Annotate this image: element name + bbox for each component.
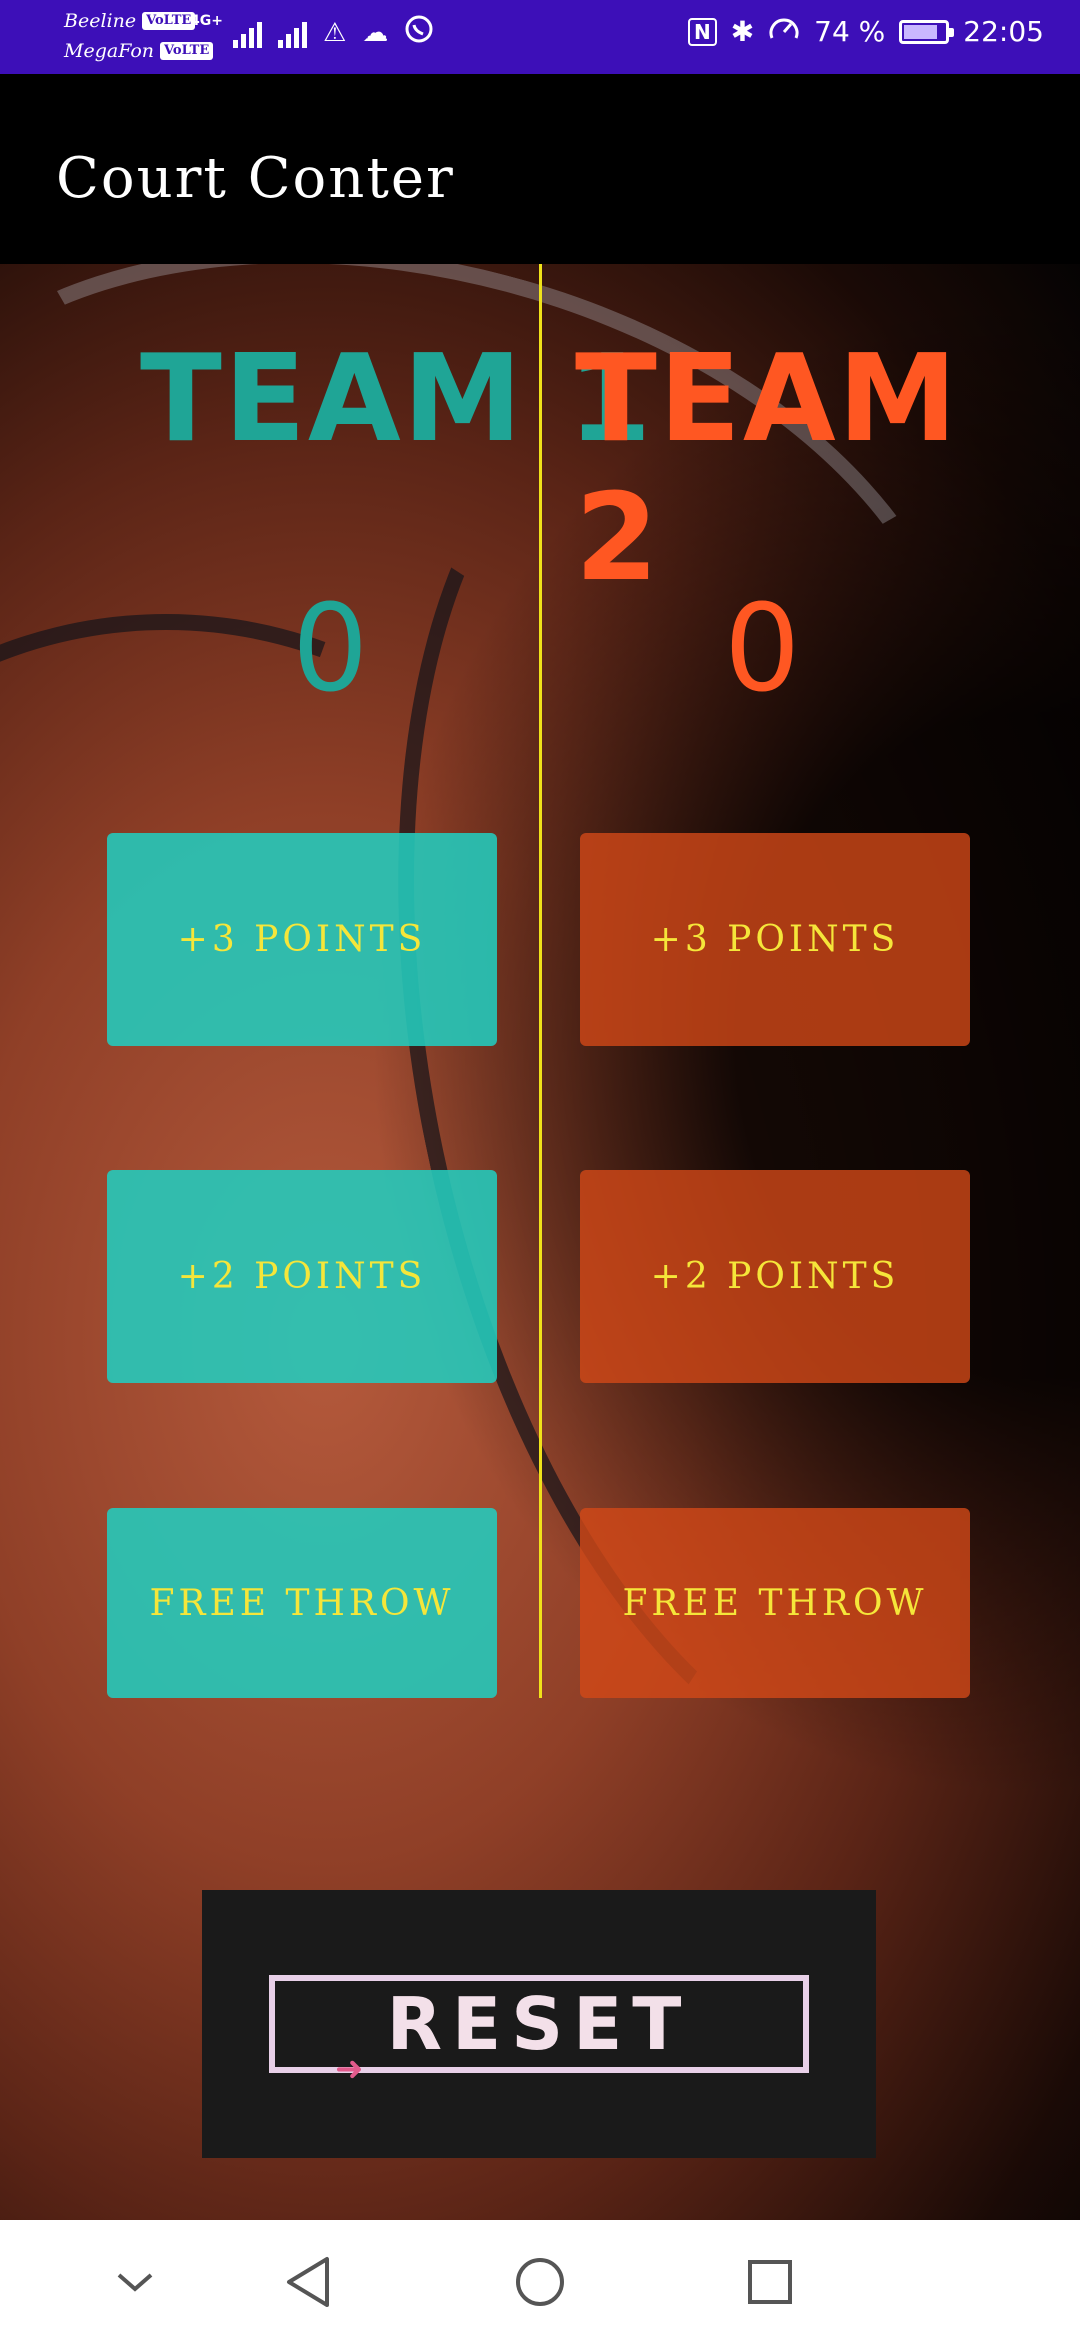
- chevron-down-icon[interactable]: [105, 2252, 165, 2312]
- signal-icon: [277, 18, 307, 48]
- status-right-icons: N ✱ 74 % 22:05: [687, 14, 1044, 49]
- recents-icon[interactable]: [740, 2252, 800, 2312]
- team1-score: 0: [292, 580, 369, 719]
- speedometer-icon: [768, 14, 800, 49]
- bluetooth-icon: ✱: [730, 15, 755, 48]
- carrier-1: Beeline: [64, 10, 137, 32]
- back-icon[interactable]: [278, 2252, 338, 2312]
- reset-frame: RESET ➜: [269, 1975, 809, 2089]
- status-bar: Beeline VoLTE MegaFon VoLTE 4G+ ⚠ ☁ N ✱ 74…: [0, 0, 1080, 74]
- team2-free-throw-button[interactable]: FREE THROW: [580, 1508, 970, 1698]
- clock: 22:05: [963, 15, 1044, 48]
- battery-fill: [904, 24, 937, 39]
- battery-icon: [899, 19, 955, 44]
- nfc-icon: N: [687, 17, 717, 46]
- team2-plus2-button[interactable]: +2 POINTS: [580, 1170, 970, 1383]
- signal-icon: [232, 18, 262, 48]
- team1-plus3-button[interactable]: +3 POINTS: [107, 833, 497, 1046]
- carrier-2: MegaFon: [64, 40, 155, 62]
- cloud-icon: ☁: [362, 17, 389, 48]
- navigation-bar: [0, 2220, 1080, 2340]
- app-title: Court Conter: [56, 146, 455, 211]
- network-type: 4G+: [190, 13, 223, 29]
- team1-free-throw-button[interactable]: FREE THROW: [107, 1508, 497, 1698]
- team-divider: [539, 264, 542, 1698]
- reset-button[interactable]: RESET ➜: [202, 1890, 876, 2158]
- arrow-right-icon: ➜: [335, 2049, 364, 2089]
- home-icon[interactable]: [510, 2252, 570, 2312]
- volte-badge: VoLTE: [142, 12, 196, 30]
- team1-plus2-button[interactable]: +2 POINTS: [107, 1170, 497, 1383]
- battery-percent: 74 %: [814, 15, 886, 48]
- app-bar: Court Conter: [0, 74, 1080, 264]
- status-left-icons: 4G+ ⚠ ☁: [190, 14, 434, 51]
- team2-name: TEAM 2: [575, 330, 960, 608]
- whatsapp-icon: [404, 14, 434, 51]
- team2-plus3-button[interactable]: +3 POINTS: [580, 833, 970, 1046]
- reset-label: RESET: [386, 1982, 692, 2066]
- team2-score: 0: [724, 580, 801, 719]
- warning-icon: ⚠: [322, 17, 347, 48]
